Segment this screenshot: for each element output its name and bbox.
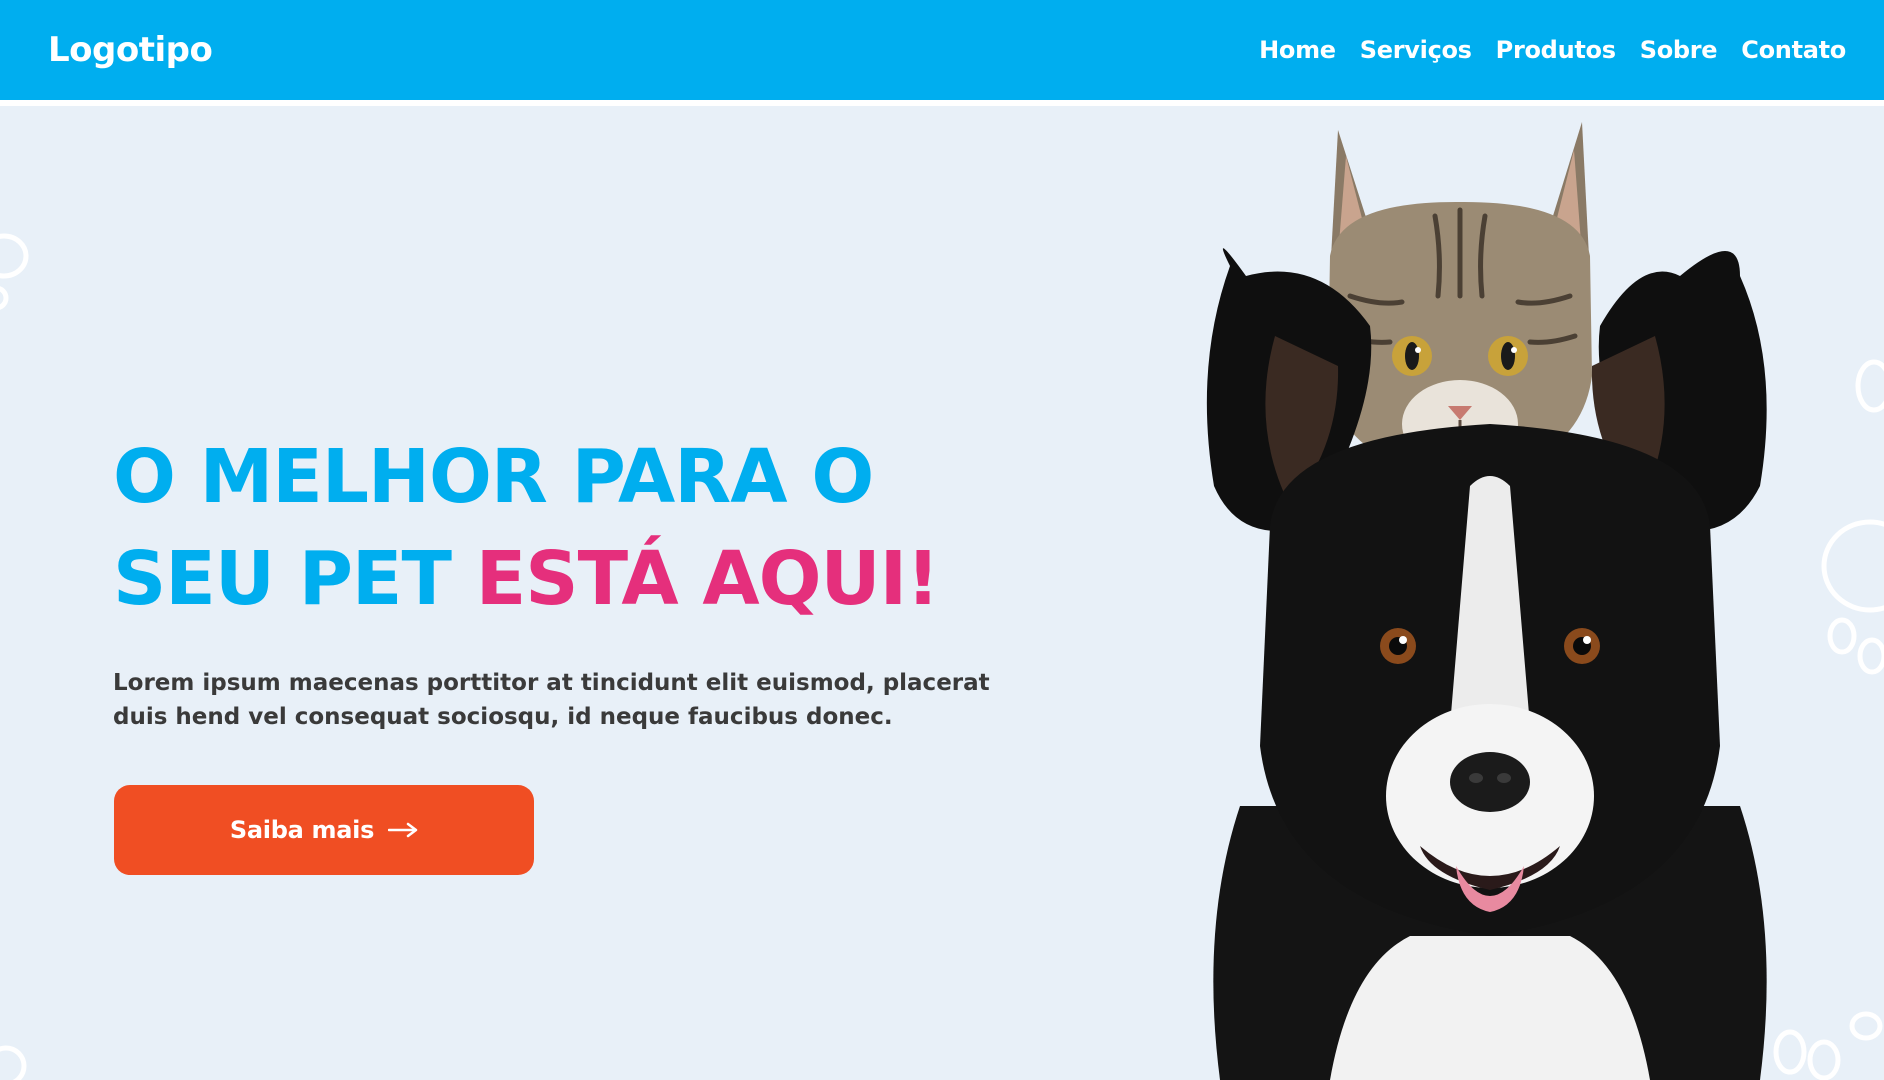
nav-item-home[interactable]: Home [1259, 34, 1336, 66]
paw-print-icon [0, 1045, 27, 1080]
cat-and-dog-photo [1206, 122, 1767, 1080]
paw-print-icon [1821, 359, 1884, 675]
site-logo[interactable]: Logotipo [48, 30, 213, 70]
hero-section: O MELHOR PARA O SEU PET ESTÁ AQUI! Lorem… [0, 106, 1884, 1080]
nav-item-sobre[interactable]: Sobre [1640, 34, 1718, 66]
hero-headline: O MELHOR PARA O SEU PET ESTÁ AQUI! [113, 426, 1013, 630]
headline-blue-part: SEU PET [113, 536, 476, 622]
arrow-right-icon [388, 822, 418, 838]
headline-line-2: SEU PET ESTÁ AQUI! [113, 528, 1013, 630]
headline-line-1: O MELHOR PARA O [113, 434, 874, 520]
cat-illustration [1328, 122, 1592, 478]
nav-item-servicos[interactable]: Serviços [1360, 34, 1472, 66]
hero-description: Lorem ipsum maecenas porttitor at tincid… [113, 670, 990, 730]
main-nav: Home Serviços Produtos Sobre Contato [1259, 34, 1846, 66]
nav-item-produtos[interactable]: Produtos [1496, 34, 1616, 66]
site-header: Logotipo Home Serviços Produtos Sobre Co… [0, 0, 1884, 100]
saiba-mais-button[interactable]: Saiba mais [114, 785, 534, 875]
paw-print-icon [0, 233, 29, 310]
cta-label: Saiba mais [229, 816, 375, 844]
nav-item-contato[interactable]: Contato [1741, 34, 1846, 66]
headline-pink-part: ESTÁ AQUI! [475, 536, 940, 622]
